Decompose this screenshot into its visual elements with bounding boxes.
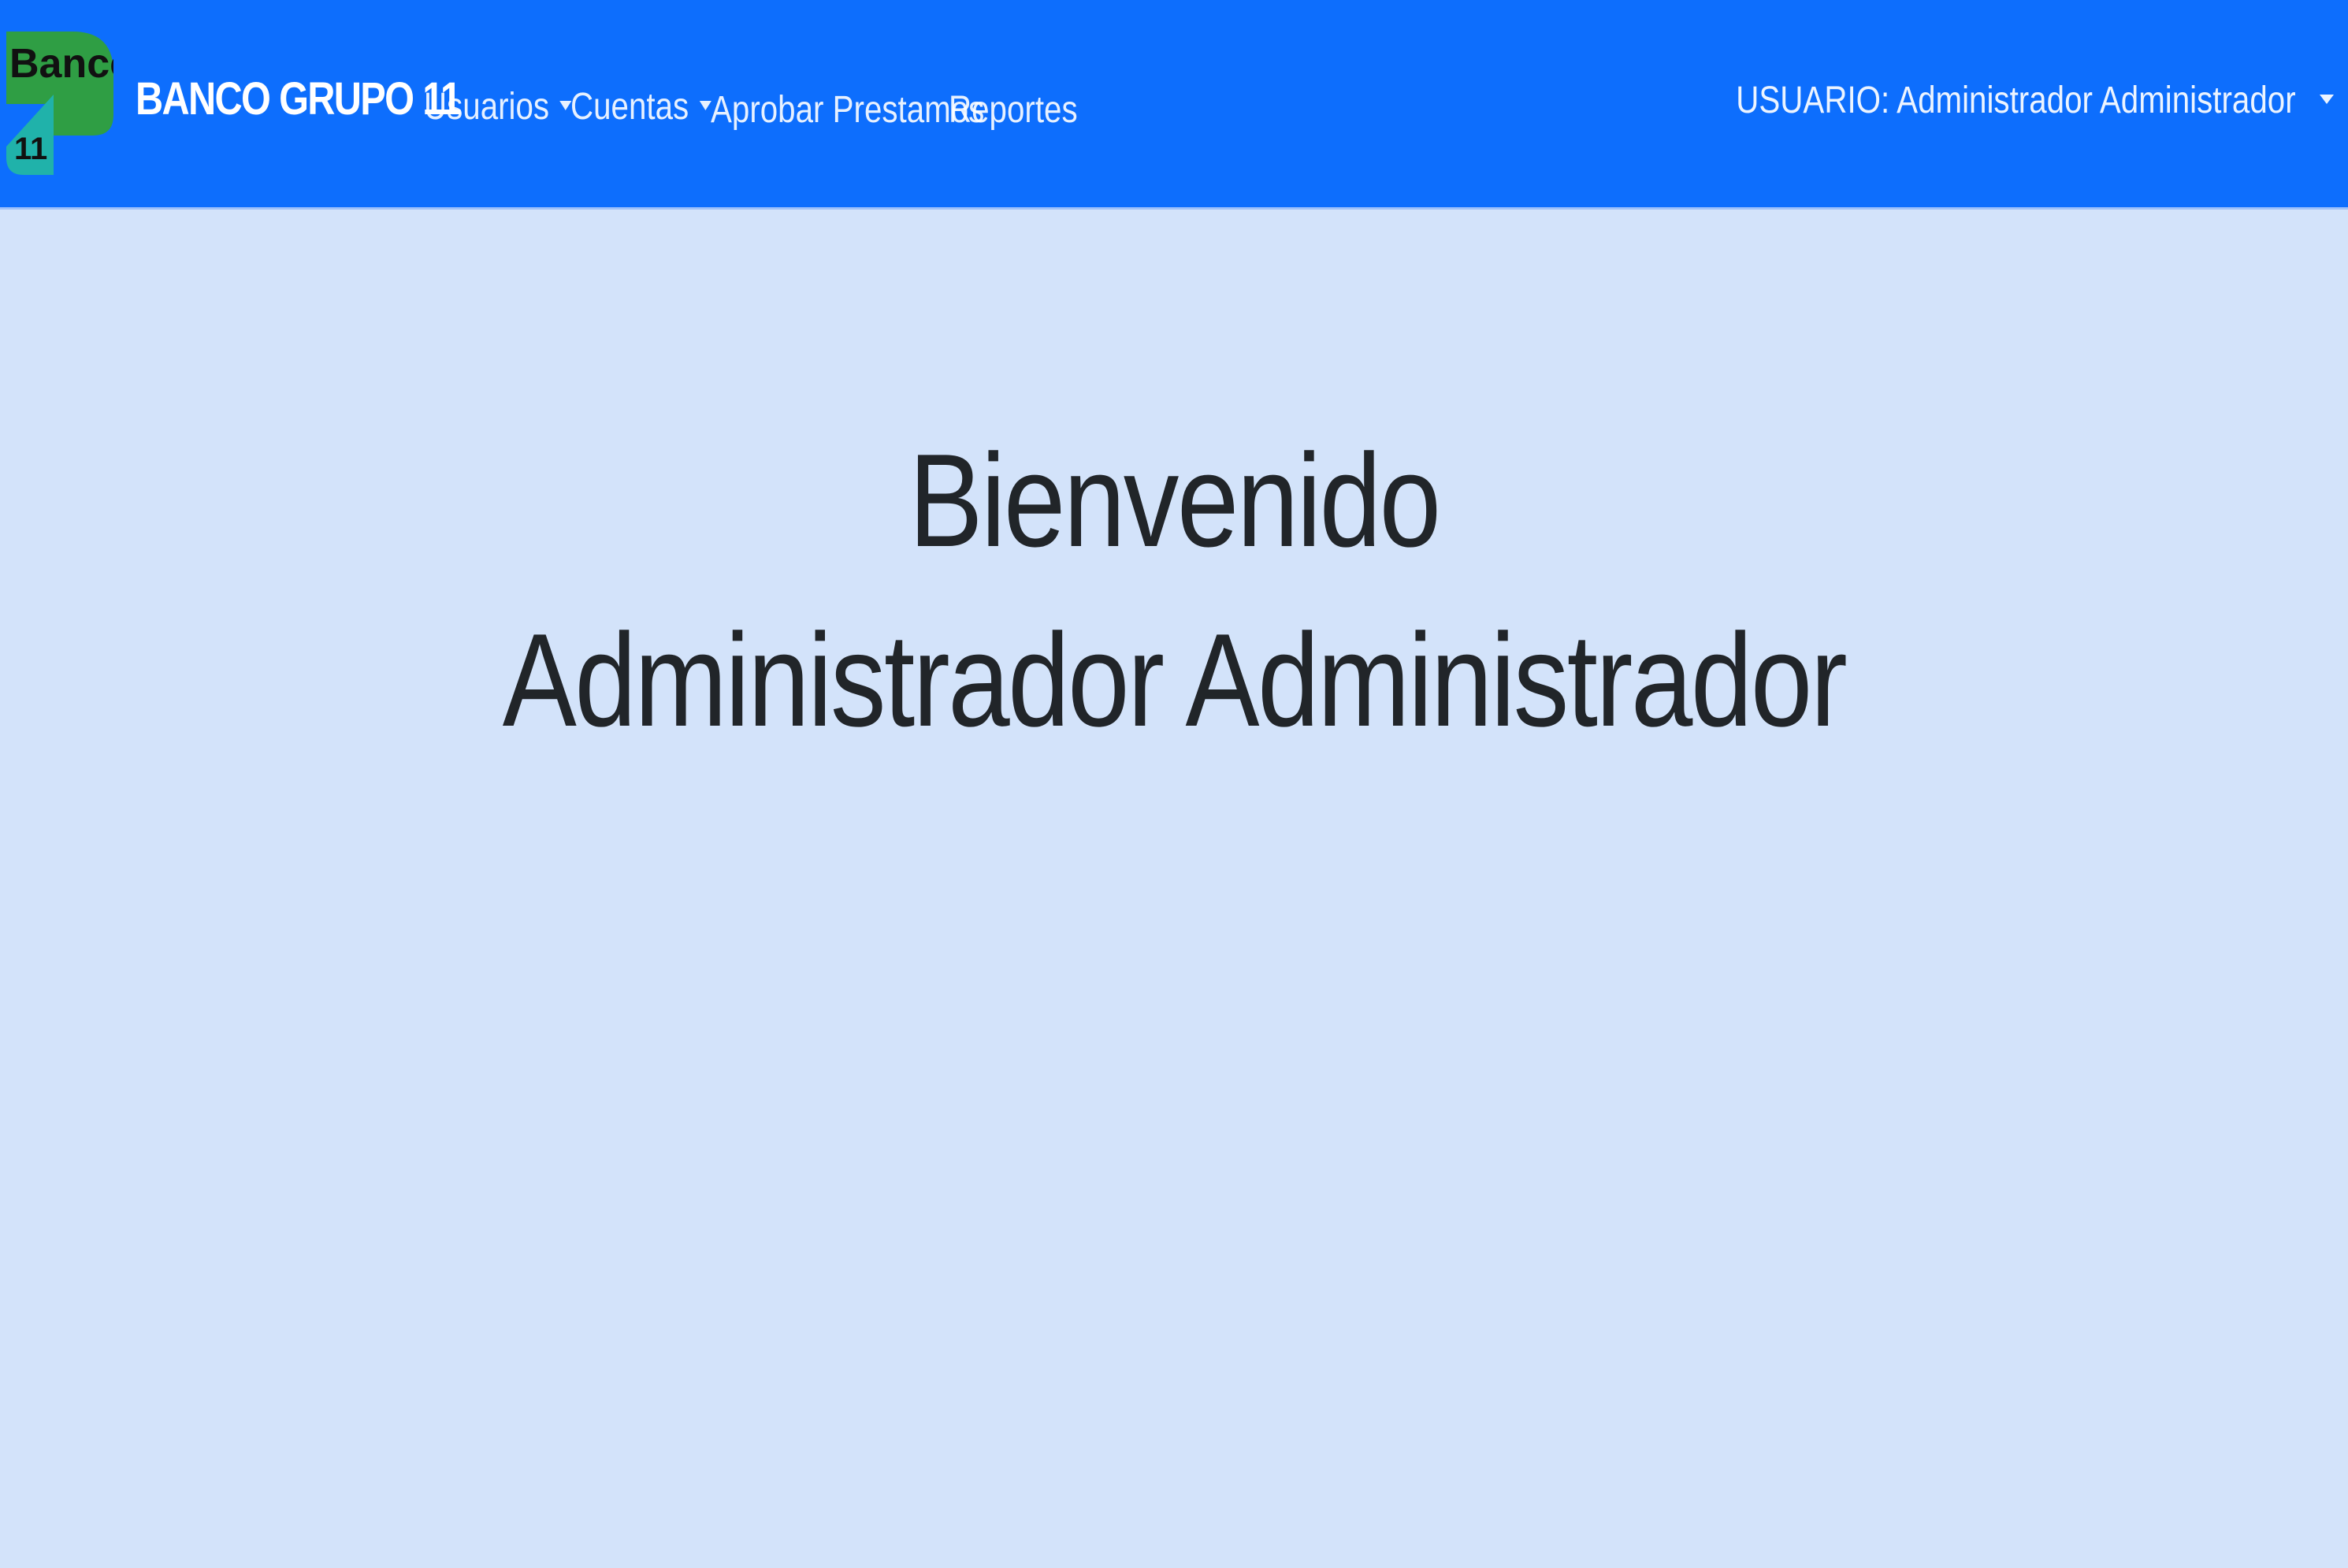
- welcome-user-name: Administrador Administrador: [502, 606, 1848, 755]
- bank-logo-graphic: Banco 11: [6, 32, 113, 175]
- nav-cuentas-dropdown[interactable]: Cuentas: [570, 85, 711, 128]
- logo-bottom-text: 11: [14, 132, 47, 166]
- nav-cuentas-label: Cuentas: [570, 86, 689, 128]
- caret-down-icon: [699, 101, 711, 111]
- user-menu-caret-down-icon[interactable]: [2320, 95, 2334, 104]
- welcome-greeting: Bienvenido: [908, 426, 1441, 575]
- logo-top-text: Banco: [9, 41, 113, 87]
- bank-logo[interactable]: Banco 11: [6, 28, 113, 175]
- nav-usuarios-dropdown[interactable]: Usuarios: [424, 85, 572, 128]
- brand-link[interactable]: BANCO GRUPO 11: [136, 72, 462, 125]
- top-navbar: Banco 11 BANCO GRUPO 11 Usuarios Cuentas…: [0, 0, 2348, 210]
- user-menu-dropdown[interactable]: USUARIO: Administrador Administrador: [1737, 79, 2296, 122]
- nav-reportes-link[interactable]: Reportes: [949, 88, 1078, 132]
- nav-aprobar-prestamos-link[interactable]: Aprobar Prestamos: [711, 88, 984, 132]
- welcome-heading: Bienvenido Administrador Administrador: [0, 411, 2348, 770]
- nav-usuarios-label: Usuarios: [424, 86, 550, 128]
